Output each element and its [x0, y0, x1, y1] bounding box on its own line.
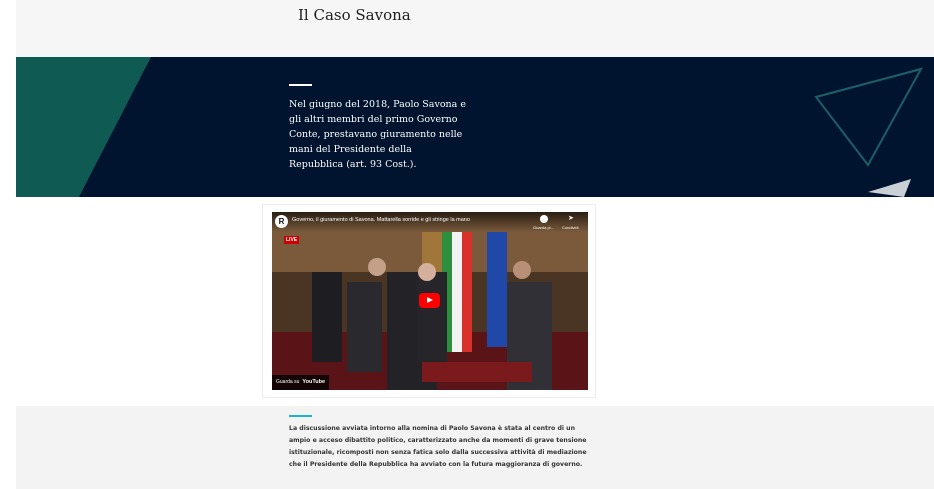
hero-rule [289, 84, 312, 86]
page-header [16, 0, 934, 57]
lower-rule [289, 415, 312, 417]
lower-section: La discussione avviata intorno alla nomi… [16, 406, 934, 489]
share-icon[interactable]: ➤ [568, 215, 577, 223]
live-badge: LIVE [284, 236, 300, 244]
page-title: Il Caso Savona [298, 6, 411, 24]
watch-on-label: Guarda su [276, 379, 300, 385]
hero-decoration [16, 57, 924, 197]
play-button[interactable] [419, 293, 440, 308]
hero-text: Nel giugno del 2018, Paolo Savona e gli … [289, 99, 466, 170]
video-player[interactable]: R Governo, il giuramento di Savona. Matt… [272, 212, 588, 390]
hero-green-shape [16, 57, 151, 197]
hero-banner: Nel giugno del 2018, Paolo Savona e gli … [16, 57, 934, 197]
channel-badge[interactable]: R [275, 215, 288, 228]
watch-on-youtube[interactable]: Guarda su YouTube [272, 375, 330, 390]
play-icon [427, 297, 433, 303]
watch-later-label[interactable]: Guarda pi... [533, 225, 554, 230]
share-label[interactable]: Condividi [562, 225, 578, 230]
youtube-logo: YouTube [302, 379, 326, 385]
lower-text: La discussione avviata intorno alla nomi… [289, 425, 587, 468]
watch-later-icon[interactable] [540, 215, 548, 223]
paper-plane-fold [815, 68, 922, 98]
video-title[interactable]: Governo, il giuramento di Savona. Mattar… [292, 217, 517, 223]
hero-small-shape [868, 179, 911, 197]
